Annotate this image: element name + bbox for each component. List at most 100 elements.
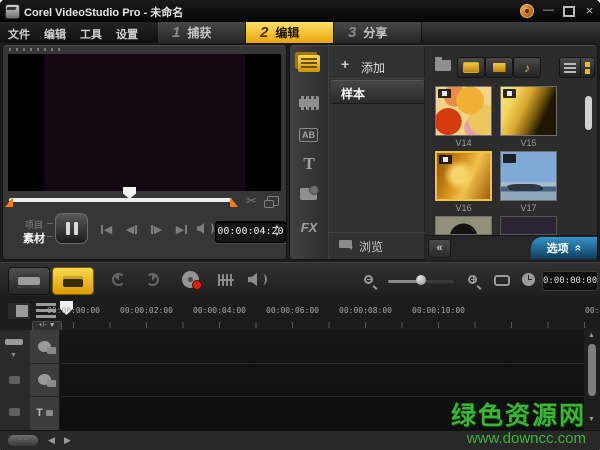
record-capture-button[interactable] (182, 271, 202, 290)
video-track-icon (38, 341, 56, 354)
zoom-slider-handle[interactable] (416, 275, 426, 285)
ruler-tick: 00:00:06:00 (266, 306, 319, 315)
storyboard-view-button[interactable] (8, 267, 50, 295)
duration-clock-button[interactable] (522, 273, 535, 286)
video-preview (8, 54, 281, 191)
storyboard-icon (18, 274, 40, 288)
ruler-tick: 00:00:02:00 (120, 306, 173, 315)
sort-options-button[interactable] (580, 57, 595, 78)
timeline-view-button[interactable] (52, 267, 94, 295)
filter-audio-button[interactable]: ♪ (513, 57, 541, 78)
close-button[interactable]: × (581, 3, 598, 18)
graphic-category-icon[interactable] (300, 185, 319, 200)
media-category-icon[interactable] (298, 55, 320, 72)
timeline-scroll-pill[interactable]: · · (8, 435, 38, 446)
thumbnail-partial[interactable] (500, 216, 557, 235)
browse-row[interactable]: ▼ 浏览 (329, 232, 426, 259)
watermark: 绿色资源网 www.downcc.com (451, 396, 586, 447)
surround-sound-button[interactable] (248, 273, 257, 286)
add-folder-row[interactable]: + 添加 (329, 54, 426, 79)
track-swap-icon[interactable] (5, 336, 23, 348)
title-bar: Corel VideoStudio Pro - 未命名 — × (0, 0, 600, 22)
menu-bar: 文件 编辑 工具 设置 1 捕获 2 编辑 3 分享 (0, 22, 600, 44)
thumbnail-v16-selected[interactable] (435, 151, 492, 201)
gallery-scrollbar[interactable] (585, 96, 592, 130)
tab-share[interactable]: 3 分享 (334, 22, 422, 43)
scrollbar-thumb[interactable] (588, 344, 596, 396)
scroll-down-arrow[interactable]: ▼ (588, 416, 595, 423)
mode-dash (47, 223, 53, 224)
ruler-tick: 00:00:08:00 (339, 306, 392, 315)
timeline-ruler[interactable]: 00:00:00:00 00:00:02:00 00:00:04:00 00:0… (0, 296, 600, 331)
thumbnail-v17[interactable] (500, 151, 557, 201)
menu-edit[interactable]: 编辑 (44, 26, 66, 42)
chevron-down-icon[interactable]: ▼ (10, 352, 17, 359)
ruler-tick-marks (60, 322, 600, 328)
menu-file[interactable]: 文件 (8, 26, 30, 42)
redo-button[interactable] (146, 273, 159, 286)
thumbnail-v14[interactable] (435, 86, 492, 136)
transition-category-icon[interactable] (299, 96, 319, 110)
scroll-up-arrow[interactable]: ▲ (588, 332, 595, 339)
title-category-icon[interactable]: T (297, 154, 321, 174)
zoom-in-button[interactable] (468, 275, 482, 290)
end-button[interactable]: ▶ (170, 222, 193, 236)
scroll-right-arrow[interactable]: ▶ (64, 435, 71, 446)
home-button[interactable]: ◀ (95, 222, 118, 236)
overlay-track-header[interactable] (30, 363, 59, 397)
gallery-folder-list: + 添加 样本 ▼ 浏览 (328, 46, 426, 259)
timeline-icon (63, 275, 83, 287)
next-frame-button[interactable]: ▶ (145, 222, 168, 236)
tab-capture[interactable]: 1 捕获 (158, 22, 246, 43)
title-track-header[interactable]: T (30, 396, 59, 431)
play-pause-button[interactable] (55, 213, 88, 244)
fit-project-button[interactable] (494, 275, 510, 286)
tab-edit[interactable]: 2 编辑 (246, 22, 334, 43)
media-gallery: ♪ V14 V15 V16 V17 « 选项 « (425, 46, 597, 260)
surround-wave-icon (259, 274, 267, 285)
menu-tools[interactable]: 工具 (80, 26, 102, 42)
zoom-out-button[interactable] (364, 275, 378, 290)
app-icon (5, 4, 20, 19)
thumbnail-v15[interactable] (500, 86, 557, 136)
minimize-button[interactable]: — (540, 3, 557, 18)
collapse-library-button[interactable]: « (428, 239, 451, 258)
video-track-header[interactable] (30, 330, 59, 364)
mode-clip-label[interactable]: 素材 (23, 230, 45, 246)
maximize-button[interactable] (560, 3, 577, 18)
track-separator (60, 363, 584, 364)
thumbnail-label: V15 (520, 138, 537, 148)
timeline-time-display[interactable]: 0:00:00:00 (542, 271, 598, 291)
trim-handle-end[interactable] (230, 197, 238, 207)
list-view-button[interactable] (559, 57, 581, 78)
sound-mixer-button[interactable] (218, 274, 234, 286)
library-panel: AB T FX + 添加 样本 ▼ 浏览 ♪ V14 V15 V16 V17 «… (290, 45, 597, 260)
application-window: Corel VideoStudio Pro - 未命名 — × 文件 编辑 工具… (0, 0, 600, 450)
ruler-tick: 00:00:00:00 (47, 306, 100, 315)
filter-fx-category-icon[interactable]: FX (297, 220, 321, 235)
previous-frame-button[interactable]: ◀ (120, 222, 143, 236)
ripple-edit-icon[interactable] (9, 408, 20, 416)
timecode-spinner[interactable]: ▲ ▼ (273, 223, 281, 239)
gallery-category-strip: AB T FX (290, 46, 328, 259)
folder-item-sample[interactable]: 样本 (331, 80, 424, 104)
folder-icon[interactable] (435, 57, 451, 71)
options-button[interactable]: 选项 « (531, 237, 597, 259)
ripple-edit-icon[interactable] (9, 376, 20, 384)
scrubber-bar[interactable] (9, 198, 232, 202)
undo-button[interactable] (112, 273, 125, 286)
transition-ab-icon[interactable]: AB (299, 128, 318, 142)
thumbnail-partial[interactable] (435, 216, 492, 235)
scroll-left-arrow[interactable]: ◀ (48, 435, 55, 446)
title-track-icon: T (36, 407, 53, 419)
filter-video-button[interactable] (457, 57, 485, 78)
video-badge-icon (438, 89, 451, 98)
volume-icon[interactable] (197, 223, 204, 234)
show-all-tracks-icon[interactable] (8, 303, 30, 319)
split-clip-icon[interactable]: ✂ (246, 193, 257, 209)
filter-photo-button[interactable] (485, 57, 513, 78)
video-frame (44, 54, 245, 191)
enlarge-preview-icon[interactable] (264, 196, 279, 208)
track-header-column: T (30, 330, 60, 431)
menu-settings[interactable]: 设置 (116, 26, 138, 42)
